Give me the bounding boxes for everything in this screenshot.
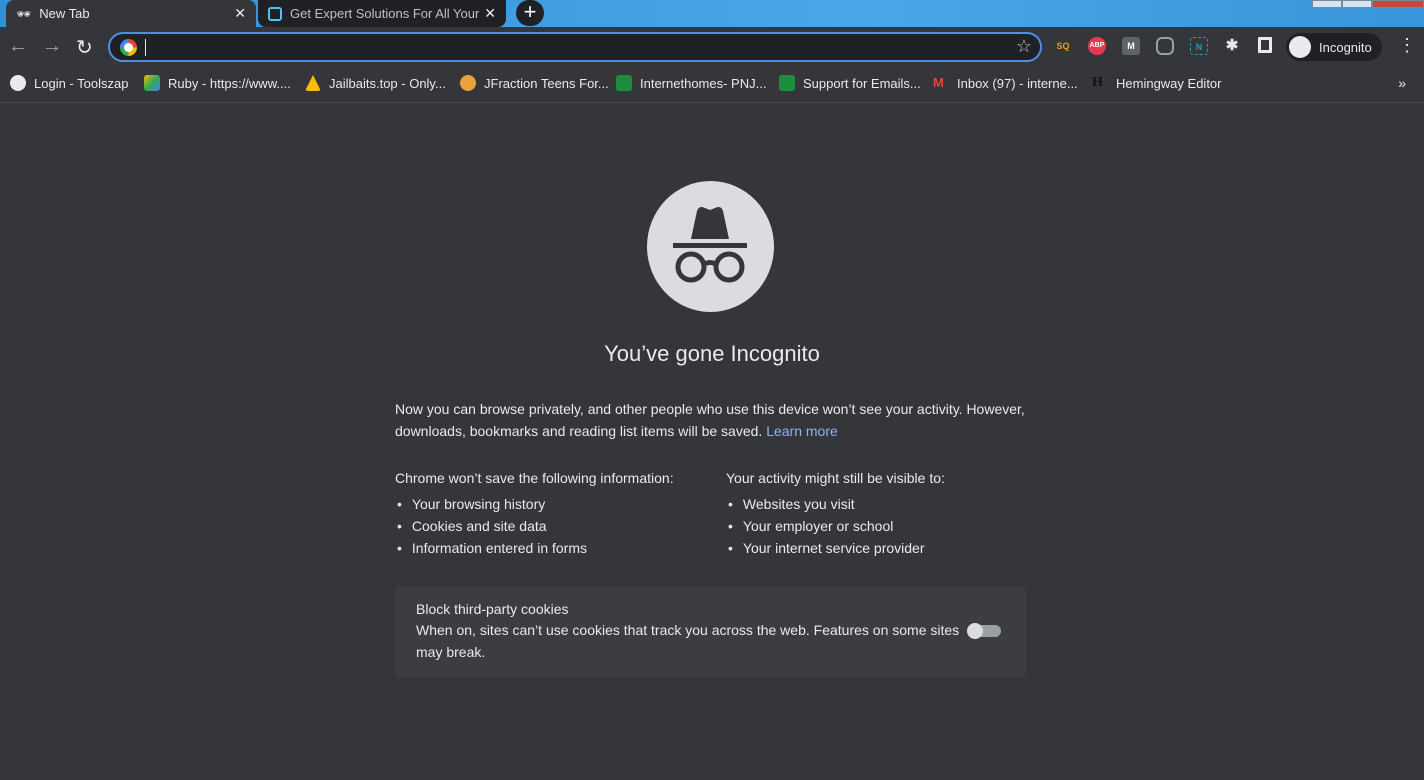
incognito-avatar-icon bbox=[1289, 36, 1311, 58]
sheets-icon bbox=[779, 75, 795, 91]
list-item: Your internet service provider bbox=[726, 537, 945, 559]
back-icon[interactable]: ← bbox=[8, 35, 28, 58]
link-extension-icon[interactable] bbox=[1156, 37, 1174, 55]
bookmark-item[interactable]: M Inbox (97) - interne... bbox=[933, 75, 1078, 91]
sheets-icon bbox=[616, 75, 632, 91]
bookmark-item[interactable]: H Hemingway Editor bbox=[1092, 75, 1222, 91]
google-icon bbox=[120, 39, 137, 56]
text-cursor bbox=[145, 39, 146, 56]
n-extension-icon[interactable]: N bbox=[1190, 37, 1208, 55]
list-item: Information entered in forms bbox=[395, 537, 674, 559]
list-item: Cookies and site data bbox=[395, 515, 674, 537]
bookmark-item[interactable]: Support for Emails... bbox=[779, 75, 921, 91]
incognito-page: You’ve gone Incognito Now you can browse… bbox=[0, 103, 1424, 780]
bookmark-item[interactable]: Login - Toolszap bbox=[10, 75, 128, 91]
learn-more-link[interactable]: Learn more bbox=[766, 423, 838, 439]
minimize-button[interactable] bbox=[1312, 0, 1342, 8]
profile-label: Incognito bbox=[1319, 39, 1372, 55]
sq-extension-icon[interactable]: SQ bbox=[1054, 37, 1072, 55]
incognito-icon: 🕶 bbox=[16, 6, 32, 21]
drive-icon bbox=[144, 75, 160, 91]
page-title: You’ve gone Incognito bbox=[604, 341, 820, 366]
mask-icon bbox=[460, 75, 476, 91]
bookmark-label: Support for Emails... bbox=[803, 75, 921, 91]
cookie-controls-card: Block third-party cookies When on, sites… bbox=[395, 586, 1026, 678]
bookmark-label: Hemingway Editor bbox=[1116, 75, 1222, 91]
gmail-icon: M bbox=[933, 75, 944, 90]
bookmark-item[interactable]: JFraction Teens For... bbox=[460, 75, 609, 91]
visible-to-section: Your activity might still be visible to:… bbox=[726, 467, 945, 559]
bookmark-label: Internethomes- PNJ... bbox=[640, 75, 767, 91]
side-panel-icon[interactable] bbox=[1258, 37, 1272, 53]
bookmark-item[interactable]: Internethomes- PNJ... bbox=[616, 75, 766, 91]
visible-to-heading: Your activity might still be visible to: bbox=[726, 470, 945, 486]
m-extension-icon[interactable]: M bbox=[1122, 37, 1140, 55]
bookmarks-bar: Login - Toolszap Ruby - https://www.... … bbox=[0, 67, 1424, 103]
new-tab-button[interactable]: + bbox=[516, 0, 544, 26]
globe-icon bbox=[10, 75, 26, 91]
wont-save-heading: Chrome won’t save the following informat… bbox=[395, 470, 674, 486]
close-tab-icon[interactable]: ✕ bbox=[484, 5, 496, 22]
forward-icon[interactable]: → bbox=[42, 35, 62, 58]
list-item: Your browsing history bbox=[395, 493, 674, 515]
tab-strip: 🕶 New Tab ✕ Get Expert Solutions For All… bbox=[0, 0, 1424, 27]
cookie-description: When on, sites can’t use cookies that tr… bbox=[416, 622, 960, 660]
bookmark-item[interactable]: Jailbaits.top - Only... bbox=[305, 75, 446, 91]
bookmark-item[interactable]: Ruby - https://www.... bbox=[144, 75, 291, 91]
toolbar: ← → ↻ ☆ SQ ABP M N ✱ Incognito ⋮ bbox=[0, 27, 1424, 67]
intro-text: Now you can browse privately, and other … bbox=[395, 398, 1035, 442]
triangle-icon bbox=[305, 75, 321, 91]
hemingway-icon: H bbox=[1092, 75, 1103, 90]
bookmark-label: Ruby - https://www.... bbox=[168, 75, 291, 91]
menu-icon[interactable]: ⋮ bbox=[1398, 35, 1416, 56]
more-bookmarks-button[interactable]: » bbox=[1398, 75, 1406, 91]
close-tab-icon[interactable]: ✕ bbox=[234, 5, 246, 22]
tab-expert-solutions[interactable]: Get Expert Solutions For All Your ✕ bbox=[258, 0, 506, 27]
tab-title: New Tab bbox=[39, 6, 90, 21]
adblock-extension-icon[interactable]: ABP bbox=[1088, 37, 1106, 55]
bookmark-label: JFraction Teens For... bbox=[484, 75, 609, 91]
puzzle-icon[interactable]: ✱ bbox=[1223, 37, 1241, 55]
incognito-logo-icon bbox=[647, 181, 774, 312]
close-window-button[interactable] bbox=[1372, 0, 1424, 8]
site-icon bbox=[268, 6, 282, 21]
bookmark-star-icon[interactable]: ☆ bbox=[1016, 36, 1032, 57]
tab-title: Get Expert Solutions For All Your bbox=[290, 6, 480, 21]
cookie-title: Block third-party cookies bbox=[416, 601, 569, 617]
bookmark-label: Jailbaits.top - Only... bbox=[329, 75, 446, 91]
maximize-button[interactable] bbox=[1342, 0, 1372, 8]
reload-icon[interactable]: ↻ bbox=[76, 35, 93, 60]
intro-body: Now you can browse privately, and other … bbox=[395, 401, 1025, 439]
address-bar[interactable]: ☆ bbox=[108, 32, 1042, 62]
block-cookies-toggle[interactable] bbox=[967, 623, 1001, 639]
list-item: Your employer or school bbox=[726, 515, 945, 537]
list-item: Websites you visit bbox=[726, 493, 945, 515]
wont-save-section: Chrome won’t save the following informat… bbox=[395, 467, 674, 559]
tab-new-tab[interactable]: 🕶 New Tab ✕ bbox=[6, 0, 256, 27]
bookmark-label: Login - Toolszap bbox=[34, 75, 129, 91]
window-controls bbox=[1312, 0, 1424, 8]
profile-button[interactable]: Incognito bbox=[1286, 33, 1382, 61]
bookmark-label: Inbox (97) - interne... bbox=[957, 75, 1078, 91]
